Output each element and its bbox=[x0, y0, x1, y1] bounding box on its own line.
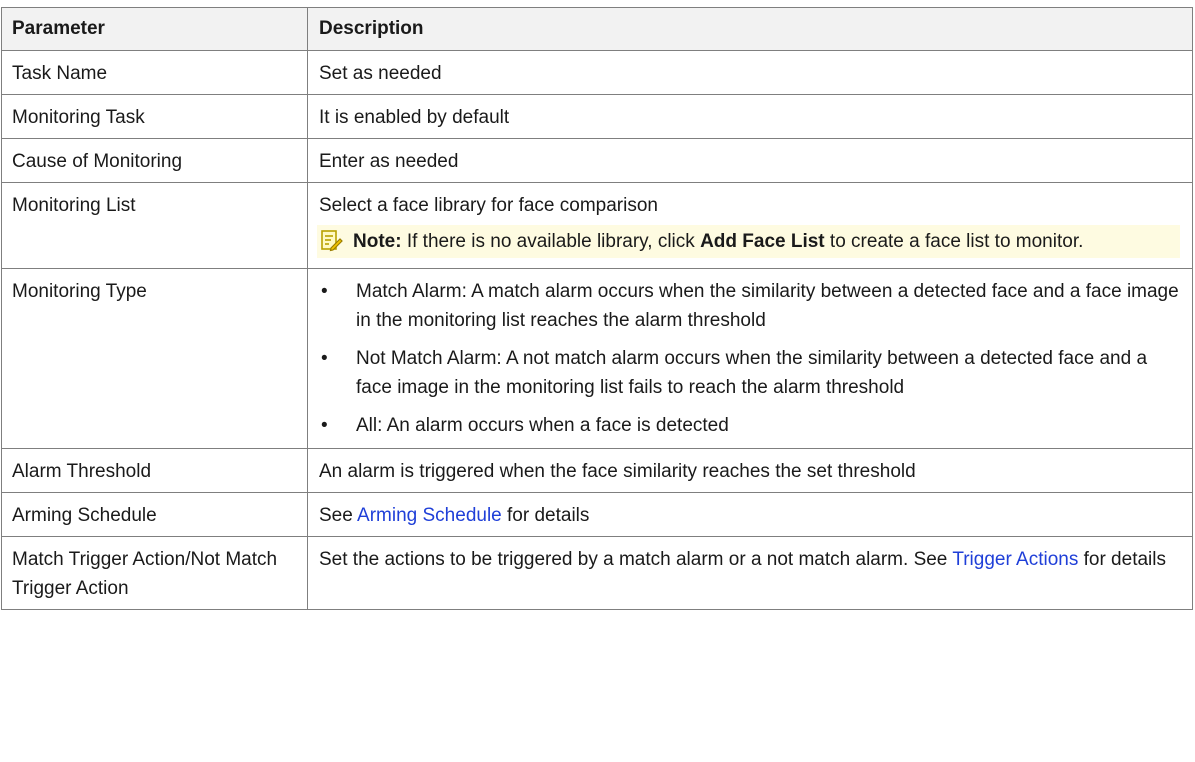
list-item: • Match Alarm: A match alarm occurs when … bbox=[319, 277, 1180, 335]
desc-cell: An alarm is triggered when the face simi… bbox=[307, 448, 1193, 493]
desc-text: Set the actions to be triggered by a mat… bbox=[319, 549, 953, 570]
desc-text-after: for details bbox=[501, 505, 590, 526]
desc-cell: • Match Alarm: A match alarm occurs when … bbox=[307, 268, 1193, 449]
list-item-text: Match Alarm: A match alarm occurs when t… bbox=[356, 281, 1179, 331]
desc-text: Select a face library for face compariso… bbox=[319, 195, 658, 216]
table-row: Cause of Monitoring Enter as needed bbox=[1, 138, 1193, 183]
list-item: • Not Match Alarm: A not match alarm occu… bbox=[319, 344, 1180, 402]
table-row: Task Name Set as needed bbox=[1, 50, 1193, 95]
table-row: Monitoring Type • Match Alarm: A match al… bbox=[1, 268, 1193, 449]
desc-cell: Set as needed bbox=[307, 50, 1193, 95]
note-text-before: If there is no available library, click bbox=[401, 231, 701, 252]
desc-cell: Set the actions to be triggered by a mat… bbox=[307, 536, 1193, 610]
param-cell: Monitoring List bbox=[1, 182, 308, 269]
table-row: Monitoring List Select a face library fo… bbox=[1, 182, 1193, 269]
note-text: Note: If there is no available library, … bbox=[353, 227, 1172, 256]
add-face-list-term: Add Face List bbox=[700, 231, 825, 252]
desc-cell: Select a face library for face compariso… bbox=[307, 182, 1193, 269]
note-pencil-icon bbox=[321, 230, 343, 252]
desc-text-after: for details bbox=[1078, 549, 1166, 570]
table-header-row: Parameter Description bbox=[1, 7, 1193, 51]
param-cell: Task Name bbox=[1, 50, 308, 95]
param-cell: Cause of Monitoring bbox=[1, 138, 308, 183]
table-row: Alarm Threshold An alarm is triggered wh… bbox=[1, 448, 1193, 493]
table-row: Arming Schedule See Arming Schedule for … bbox=[1, 492, 1193, 537]
list-item-text: All: An alarm occurs when a face is dete… bbox=[356, 415, 729, 436]
note-box: Note: If there is no available library, … bbox=[317, 225, 1180, 258]
list-item: • All: An alarm occurs when a face is det… bbox=[319, 411, 1180, 440]
param-cell: Match Trigger Action/Not Match Trigger A… bbox=[1, 536, 308, 610]
list-item-text: Not Match Alarm: A not match alarm occur… bbox=[356, 348, 1148, 398]
param-cell: Arming Schedule bbox=[1, 492, 308, 537]
header-parameter: Parameter bbox=[1, 7, 308, 51]
table-row: Match Trigger Action/Not Match Trigger A… bbox=[1, 536, 1193, 610]
bullet-icon: • bbox=[321, 281, 328, 302]
param-cell: Monitoring Type bbox=[1, 268, 308, 449]
bullet-list: • Match Alarm: A match alarm occurs when … bbox=[319, 277, 1180, 440]
note-text-after: to create a face list to monitor. bbox=[824, 231, 1084, 252]
bullet-icon: • bbox=[321, 348, 328, 369]
trigger-actions-link[interactable]: Trigger Actions bbox=[952, 549, 1078, 570]
bullet-icon: • bbox=[321, 415, 328, 436]
desc-cell: See Arming Schedule for details bbox=[307, 492, 1193, 537]
desc-cell: Enter as needed bbox=[307, 138, 1193, 183]
arming-schedule-link[interactable]: Arming Schedule bbox=[357, 505, 502, 526]
param-cell: Monitoring Task bbox=[1, 94, 308, 139]
desc-text-before: See bbox=[319, 505, 358, 526]
note-label: Note: bbox=[353, 231, 402, 252]
table-row: Monitoring Task It is enabled by default bbox=[1, 94, 1193, 139]
parameter-table: Parameter Description Task Name Set as n… bbox=[1, 7, 1193, 610]
desc-cell: It is enabled by default bbox=[307, 94, 1193, 139]
header-description: Description bbox=[307, 7, 1193, 51]
param-cell: Alarm Threshold bbox=[1, 448, 308, 493]
